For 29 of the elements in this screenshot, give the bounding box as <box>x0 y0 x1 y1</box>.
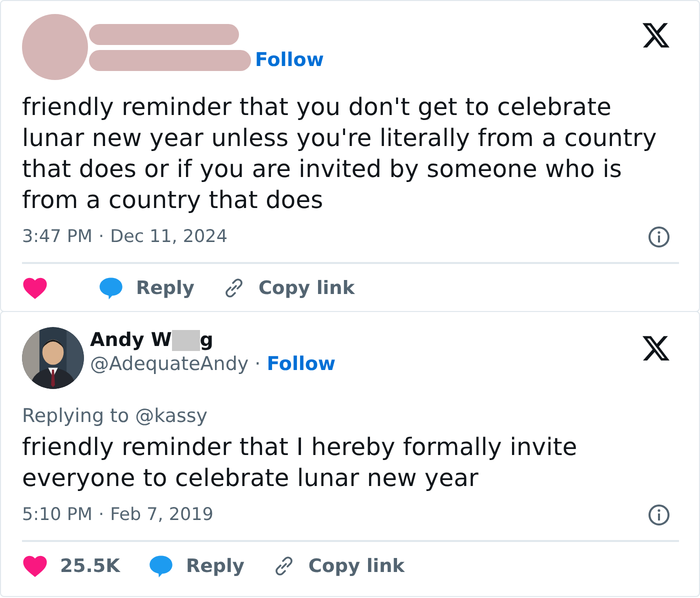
tweet-time: 5:10 PM <box>22 505 93 525</box>
tweet-time: 3:47 PM <box>22 227 93 247</box>
heart-icon[interactable] <box>22 553 48 579</box>
reply-link[interactable]: Reply <box>148 553 244 579</box>
x-logo-icon[interactable] <box>641 333 671 363</box>
like-count: 25.5K <box>60 556 120 576</box>
reply-link[interactable]: Reply <box>98 275 194 301</box>
separator-dot: · <box>254 353 261 375</box>
follow-link[interactable]: Follow <box>255 49 324 71</box>
tweet-date: Feb 7, 2019 <box>110 505 214 525</box>
separator-dot: · <box>98 505 104 525</box>
separator-dot: · <box>98 227 104 247</box>
speech-bubble-icon <box>98 275 124 301</box>
speech-bubble-icon <box>148 553 174 579</box>
redaction-blur <box>172 330 200 350</box>
author-handle: @AdequateAndy <box>90 353 249 375</box>
copy-link-button[interactable]: Copy link <box>222 276 355 300</box>
replying-to-text: Replying to @kassy <box>22 405 209 427</box>
follow-link[interactable]: Follow <box>266 353 336 375</box>
author-name: Andy W <box>90 329 172 351</box>
info-icon[interactable] <box>647 225 671 249</box>
tweet-text: friendly reminder that you don't get to celebrate lunar new year unless you're literally from a country that does or if you are invited by someone who is from a country that does <box>22 92 658 216</box>
copy-link-button[interactable]: Copy link <box>272 554 405 578</box>
tweet-text: friendly reminder that I hereby formally invite everyone to celebrate lunar new year <box>22 432 578 494</box>
heart-icon[interactable] <box>22 275 48 301</box>
info-icon[interactable] <box>647 503 671 527</box>
author-name: g <box>200 329 214 351</box>
x-logo-icon[interactable] <box>641 20 671 50</box>
tweet-date: Dec 11, 2024 <box>110 227 228 247</box>
